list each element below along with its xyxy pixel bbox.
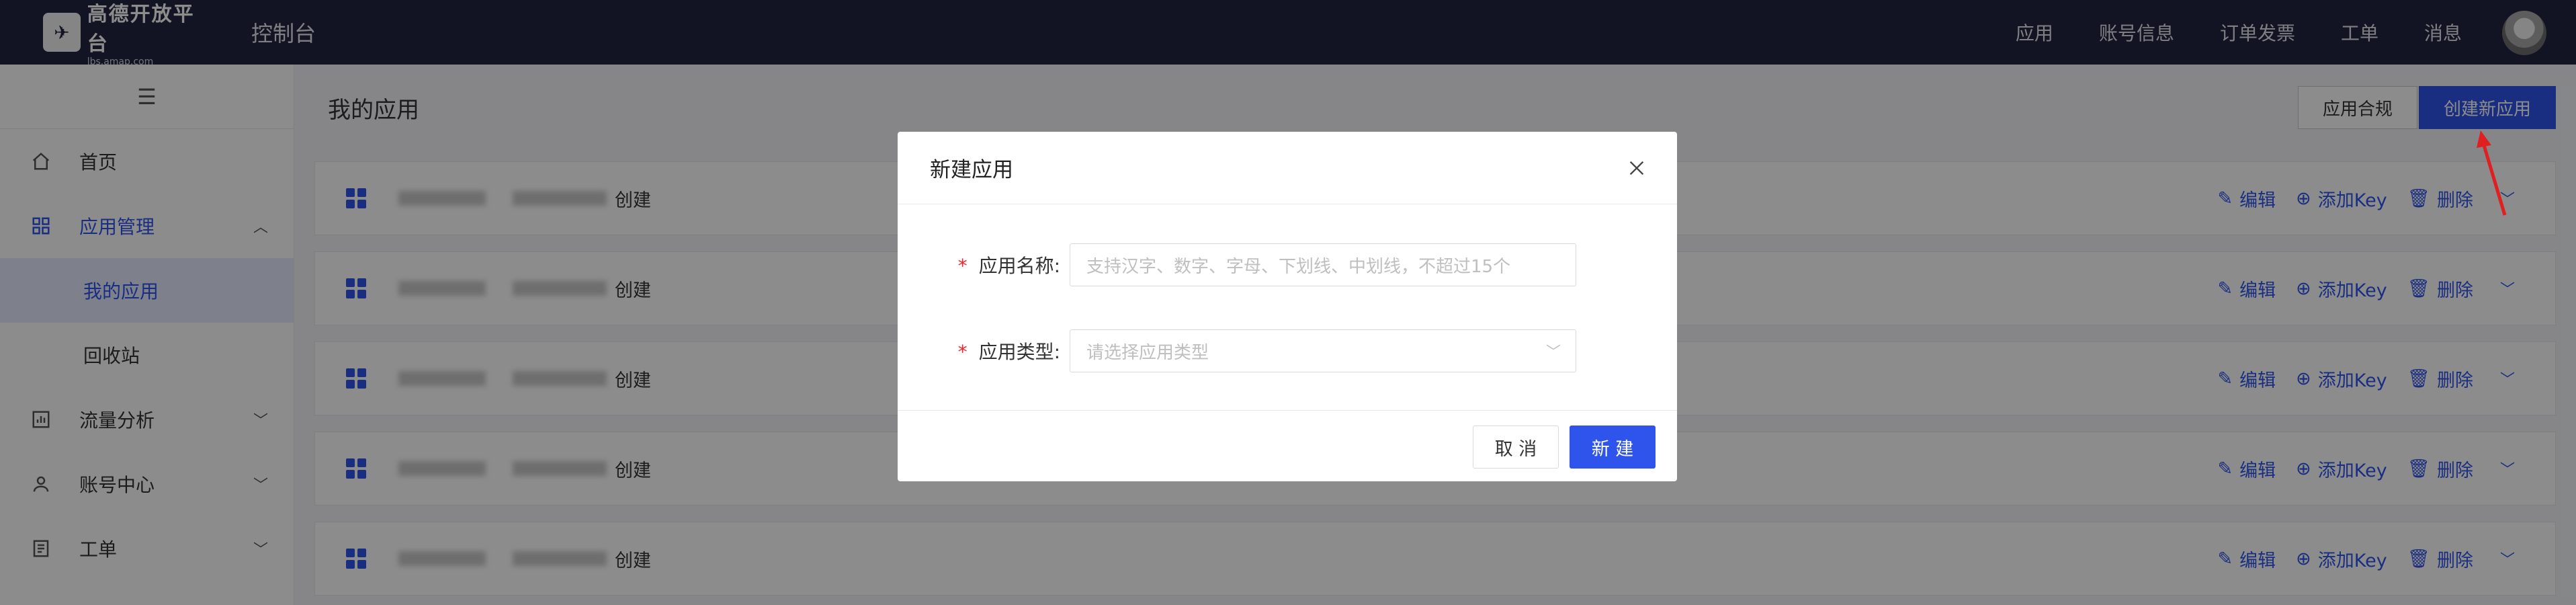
dialog-footer: 取 消 新 建 (898, 410, 1677, 481)
app-type-row: * 应用类型: 请选择应用类型 ﹀ (898, 329, 1677, 372)
required-mark: * (957, 341, 968, 363)
close-icon[interactable] (1623, 155, 1650, 182)
new-app-dialog: 新建应用 * 应用名称: 支持汉字、数字、字母、下划线、中划线，不超过15个 *… (898, 132, 1677, 481)
app-type-placeholder: 请选择应用类型 (1086, 342, 1209, 363)
app-name-row: * 应用名称: 支持汉字、数字、字母、下划线、中划线，不超过15个 (898, 243, 1677, 286)
chevron-down-icon: ﹀ (1545, 344, 1561, 361)
app-name-placeholder: 支持汉字、数字、字母、下划线、中划线，不超过15个 (1086, 256, 1511, 277)
app-name-label: 应用名称: (978, 255, 1060, 277)
cancel-button[interactable]: 取 消 (1473, 426, 1559, 469)
app-type-select[interactable]: 请选择应用类型 ﹀ (1070, 329, 1576, 372)
required-mark: * (957, 255, 968, 277)
app-name-input[interactable]: 支持汉字、数字、字母、下划线、中划线，不超过15个 (1070, 243, 1576, 286)
app-type-label: 应用类型: (978, 341, 1060, 363)
dialog-title: 新建应用 (898, 132, 1677, 204)
annotation-arrow (2477, 130, 2507, 216)
create-confirm-button[interactable]: 新 建 (1570, 426, 1656, 469)
